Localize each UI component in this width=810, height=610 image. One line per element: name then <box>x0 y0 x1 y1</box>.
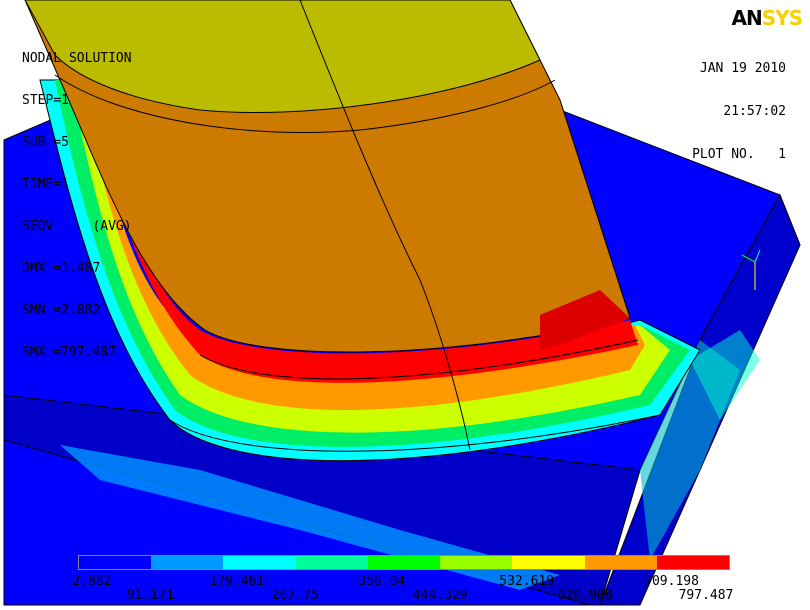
logo-an: AN <box>731 6 762 30</box>
legend-swatch-2 <box>223 556 296 569</box>
plot-date: JAN 19 2010 <box>699 61 786 76</box>
legend-tick-label: 709.198 <box>644 574 699 589</box>
legend-tick-label: 620.908 <box>557 588 613 603</box>
legend-swatch-5 <box>440 556 513 569</box>
legend-swatch-0 <box>79 556 152 569</box>
ansys-logo: ANSYS <box>731 6 803 30</box>
legend-tick-label: 2.882 <box>72 574 112 589</box>
legend-tick-label: 797.487 <box>678 588 734 603</box>
legend-tick-label: 444.329 <box>412 588 468 603</box>
legend-swatch-1 <box>151 556 224 569</box>
info-line-sub: SUB =5 <box>22 135 69 150</box>
legend-tick-label: 91.171 <box>126 588 174 603</box>
info-line-smn: SMN =2.882 <box>22 303 101 318</box>
legend-swatch-7 <box>584 556 657 569</box>
legend-tick-label: 356.04 <box>358 574 406 589</box>
legend-color-bar <box>78 555 730 570</box>
legend-swatch-6 <box>512 556 585 569</box>
logo-sys: SYS <box>761 6 803 30</box>
plot-time: 21:57:02 <box>723 104 786 119</box>
legend-tick-label: 532.619 <box>499 574 555 589</box>
plot-info: JAN 19 2010 21:57:02 PLOT NO. 1 <box>692 34 786 191</box>
info-line-seqv: SEQV (AVG) <box>22 219 132 234</box>
legend-swatch-3 <box>295 556 368 569</box>
legend-tick-label: 179.461 <box>209 574 265 589</box>
legend-swatch-8 <box>656 556 729 569</box>
solution-title: NODAL SOLUTION <box>22 51 132 66</box>
info-line-time: TIME=1 <box>22 177 69 192</box>
contour-legend: 2.882 179.461 356.04 532.619 709.198 91.171 26… <box>72 555 733 603</box>
info-line-dmx: DMX =1.487 <box>22 261 101 276</box>
plot-number: PLOT NO. 1 <box>692 147 786 162</box>
legend-swatch-4 <box>367 556 441 569</box>
graphics-window[interactable]: NODAL SOLUTION STEP=1 SUB =5 TIME=1 SEQV… <box>0 0 810 610</box>
info-line-step: STEP=1 <box>22 93 69 108</box>
legend-tick-label: 267.75 <box>271 588 319 603</box>
info-line-smx: SMX =797.487 <box>22 345 116 360</box>
solution-info: NODAL SOLUTION STEP=1 SUB =5 TIME=1 SEQV… <box>22 24 132 388</box>
